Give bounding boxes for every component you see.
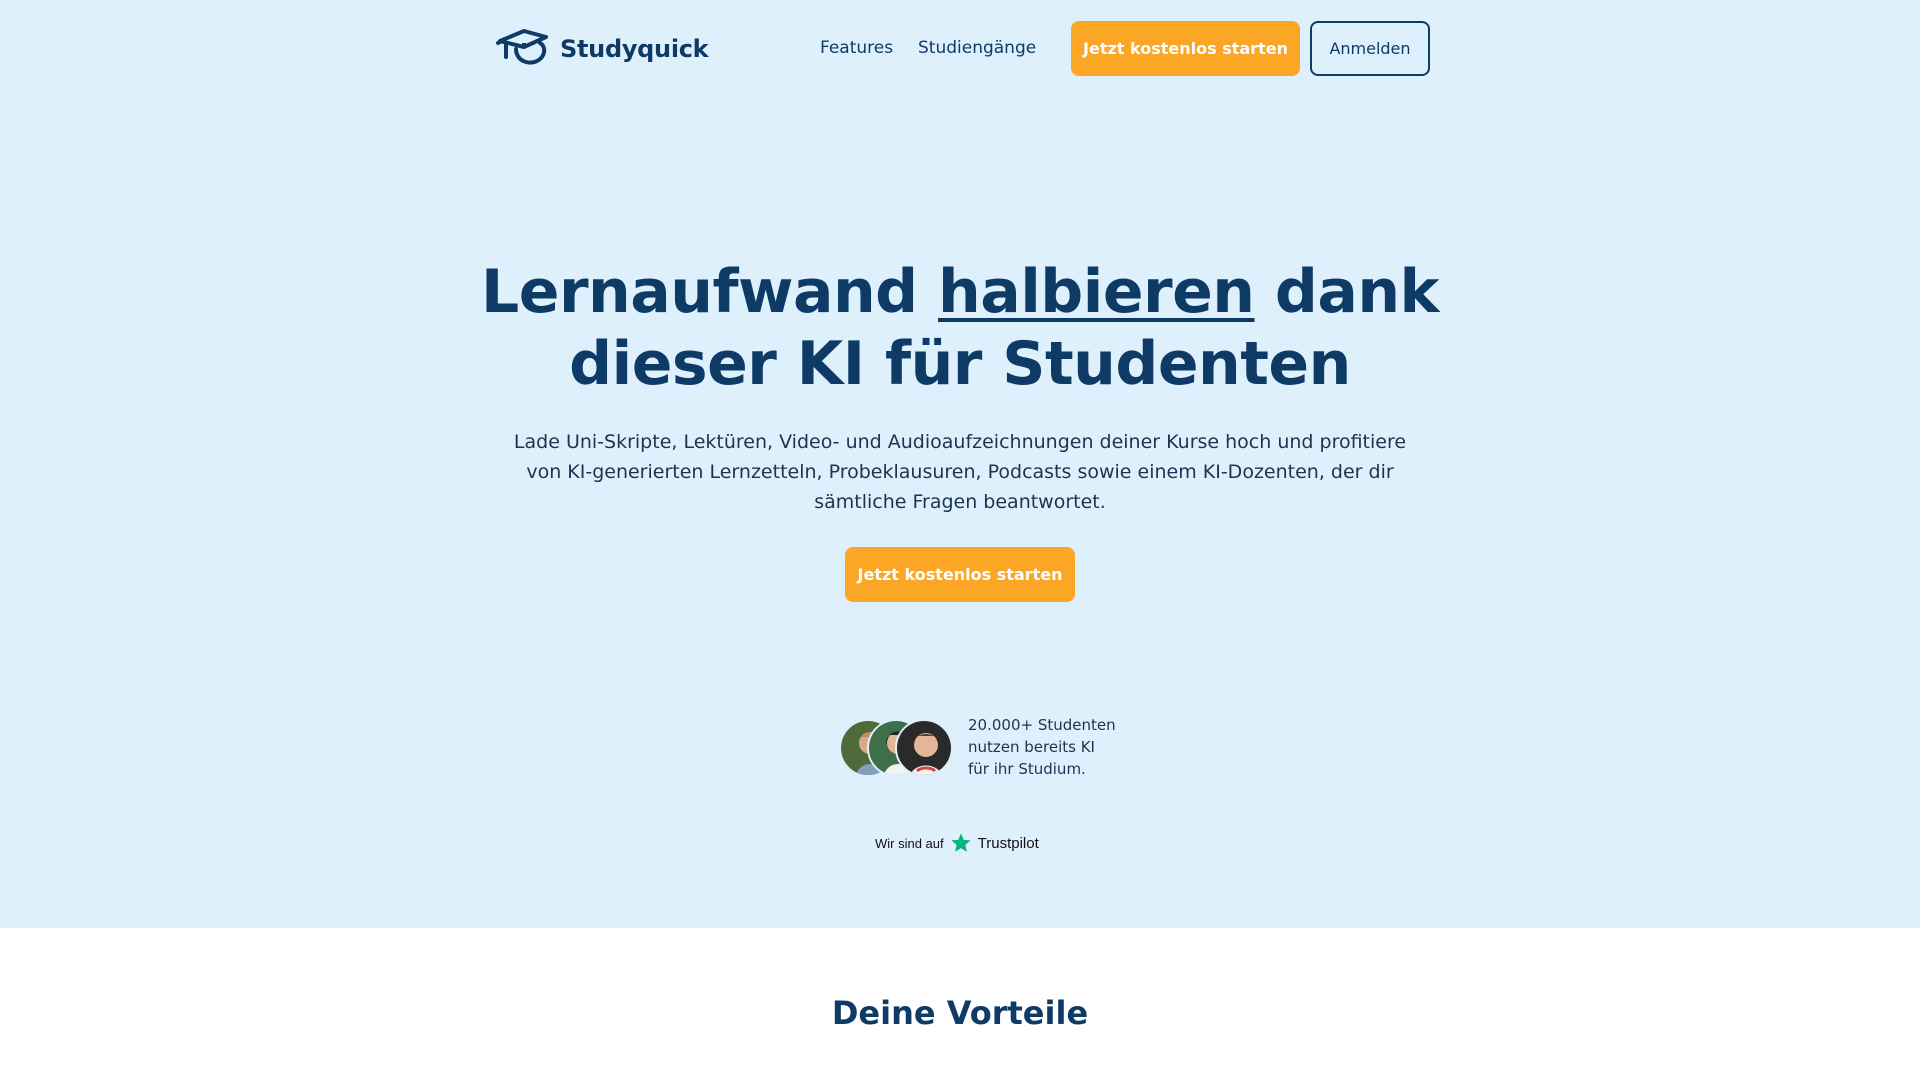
trustpilot-logo-text: Trustpilot — [977, 834, 1039, 852]
proof-line-2: nutzen bereits KI — [968, 738, 1095, 756]
hero-cta-button[interactable]: Jetzt kostenlos starten — [845, 547, 1075, 602]
nav-features[interactable]: Features — [820, 38, 893, 58]
avatar — [895, 719, 953, 777]
proof-line-3: für ihr Studium. — [968, 760, 1086, 778]
star-icon — [951, 833, 971, 852]
login-button[interactable]: Anmelden — [1310, 21, 1430, 76]
headline-highlight: halbieren — [938, 257, 1255, 327]
hero-headline: Lernaufwand halbieren dank dieser KI für… — [360, 256, 1560, 400]
hero-subtext: Lade Uni-Skripte, Lektüren, Video- und A… — [513, 431, 1407, 513]
headline-part2: dank — [1254, 257, 1440, 327]
trustpilot-badge[interactable]: Wir sind auf Trustpilot — [875, 832, 1039, 854]
social-proof-text: 20.000+ Studenten nutzen bereits KI für … — [968, 714, 1148, 780]
trustpilot-prefix: Wir sind auf — [875, 835, 944, 851]
student-avatars — [839, 719, 953, 777]
brand-logo[interactable]: Studyquick — [494, 27, 709, 71]
header-cta-button[interactable]: Jetzt kostenlos starten — [1071, 21, 1300, 76]
nav-studiengaenge[interactable]: Studiengänge — [918, 38, 1036, 58]
brand-name: Studyquick — [560, 35, 709, 63]
benefits-title: Deine Vorteile — [831, 994, 1089, 1032]
hero-section: Studyquick Features Studiengänge Jetzt k… — [0, 0, 1920, 928]
graduation-cap-icon — [496, 29, 548, 65]
headline-part1: Lernaufwand — [481, 257, 939, 327]
proof-line-1: 20.000+ Studenten — [968, 716, 1116, 734]
headline-line2: dieser KI für Studenten — [569, 329, 1351, 399]
